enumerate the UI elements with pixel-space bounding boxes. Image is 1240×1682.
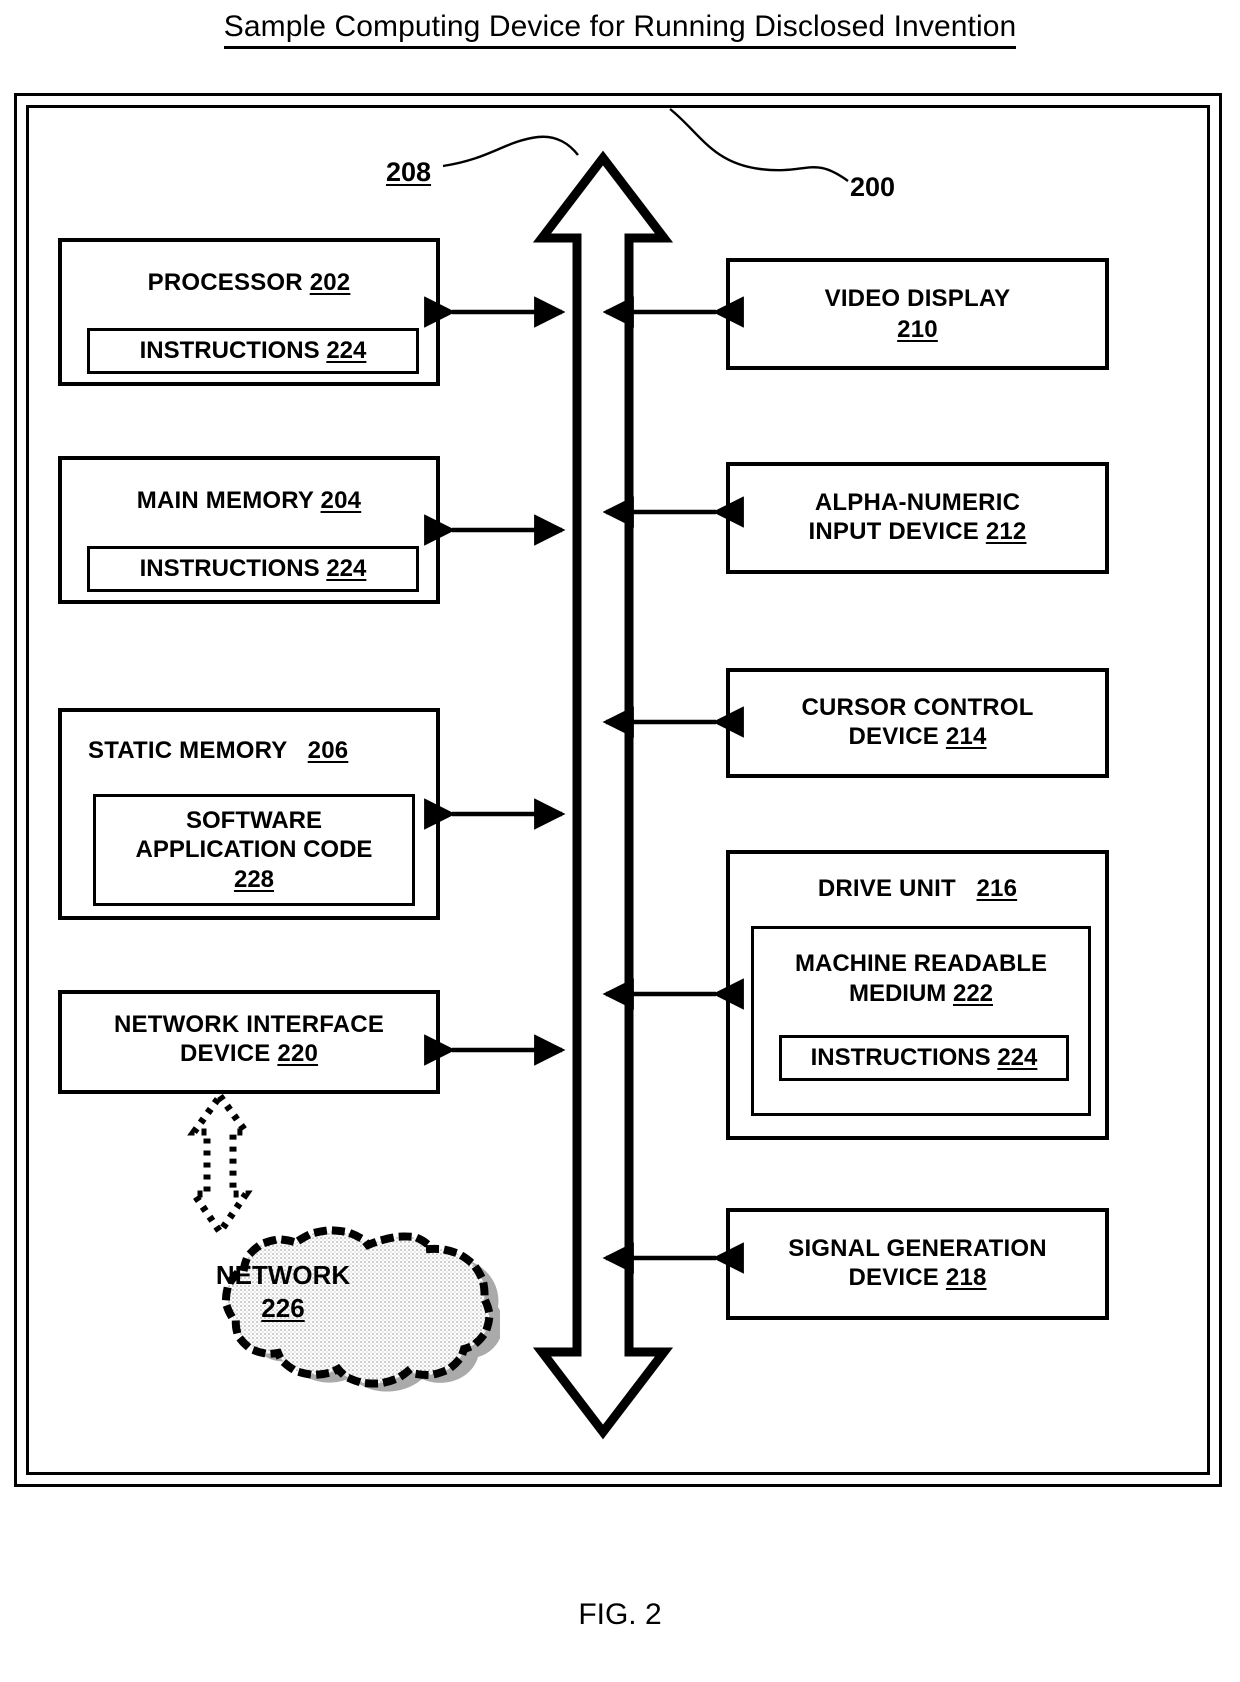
network-cloud: NETWORK 226 <box>120 1185 504 1395</box>
figure-caption: FIG. 2 <box>578 1598 662 1631</box>
bus-connector-arrows <box>424 296 744 1274</box>
network-cloud-shape <box>222 1226 504 1392</box>
figure-page: Sample Computing Device for Running Disc… <box>0 0 1240 1682</box>
